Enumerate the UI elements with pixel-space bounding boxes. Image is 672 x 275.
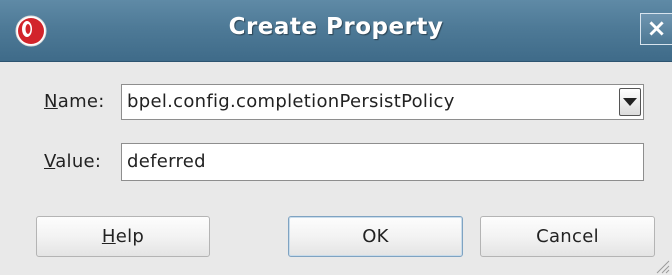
name-combobox[interactable]: bpel.config.completionPersistPolicy bbox=[121, 84, 644, 120]
chevron-down-icon bbox=[623, 98, 637, 106]
help-button[interactable]: Help bbox=[36, 216, 210, 257]
help-label: elp bbox=[115, 226, 145, 247]
value-label: Value: bbox=[44, 151, 101, 172]
value-input-text[interactable]: deferred bbox=[127, 151, 206, 172]
help-mnemonic: H bbox=[101, 226, 116, 247]
dialog-titlebar: Create Property × bbox=[0, 0, 672, 62]
value-label-mnemonic: V bbox=[44, 151, 56, 172]
value-field[interactable]: deferred bbox=[121, 143, 644, 181]
name-label-text: ame: bbox=[57, 91, 105, 112]
name-label-mnemonic: N bbox=[44, 91, 58, 112]
cancel-label: Cancel bbox=[536, 226, 599, 247]
cancel-button[interactable]: Cancel bbox=[480, 216, 655, 257]
name-input-value[interactable]: bpel.config.completionPersistPolicy bbox=[127, 91, 455, 112]
close-icon: × bbox=[646, 14, 667, 42]
close-button[interactable]: × bbox=[640, 13, 672, 45]
ok-button[interactable]: OK bbox=[288, 216, 463, 257]
dialog-title: Create Property bbox=[228, 14, 444, 40]
dropdown-button[interactable] bbox=[619, 88, 641, 116]
resize-grip-icon[interactable] bbox=[654, 258, 670, 274]
value-label-text: alue: bbox=[55, 151, 102, 172]
ok-label: OK bbox=[362, 226, 389, 247]
name-label: Name: bbox=[44, 91, 105, 112]
